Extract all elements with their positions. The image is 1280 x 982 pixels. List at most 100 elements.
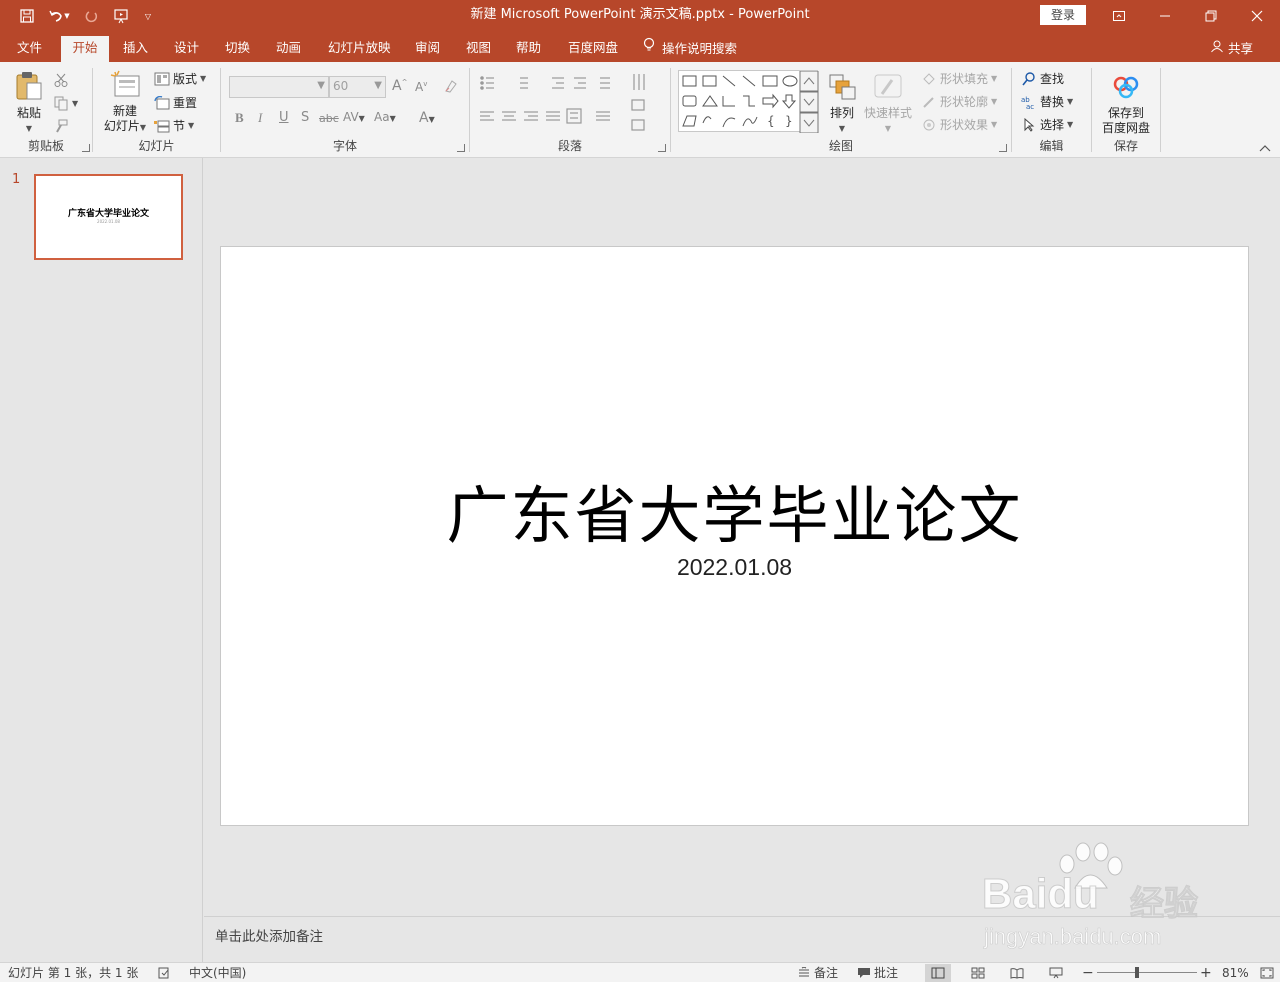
shape-fill-button[interactable]: 形状填充 ▼ [921, 70, 997, 87]
decrease-font-size-icon[interactable]: Av [415, 80, 427, 94]
paste-button[interactable]: 粘贴 ▼ [12, 70, 46, 136]
underline-icon[interactable]: U [279, 110, 289, 125]
section-label: 节 [173, 119, 186, 133]
paste-label: 粘贴 [16, 106, 41, 120]
quick-styles-button[interactable]: 快速样式 ▼ [863, 72, 913, 136]
replace-button[interactable]: ab ac 替换 ▼ [1021, 93, 1073, 110]
font-size-combobox[interactable]: 60 ▼ [329, 76, 386, 98]
font-name-combobox[interactable]: ▼ [229, 76, 329, 98]
replace-icon: abac [1021, 96, 1034, 109]
zoom-out-icon[interactable]: − [1082, 965, 1094, 981]
tab-animations[interactable]: 动画 [268, 36, 309, 62]
customize-qat-icon[interactable]: ▽ [138, 4, 158, 28]
new-slide-label-1: 新建 [112, 104, 137, 118]
copy-icon[interactable]: ▼ [53, 95, 78, 111]
zoom-slider[interactable] [1097, 972, 1197, 973]
save-label-1: 保存到 [1107, 106, 1144, 120]
select-button[interactable]: 选择 ▼ [1021, 116, 1073, 133]
normal-view-icon[interactable] [925, 964, 951, 982]
collapse-ribbon-icon[interactable] [1258, 142, 1272, 154]
save-icon[interactable] [14, 4, 40, 28]
bold-icon[interactable]: B [235, 110, 244, 126]
tab-help[interactable]: 帮助 [508, 36, 549, 62]
language-indicator[interactable]: 中文(中国) [189, 965, 246, 981]
tell-me-label: 操作说明搜索 [662, 41, 738, 56]
shape-outline-label: 形状轮廓 [940, 95, 989, 109]
slide-counter: 幻灯片 第 1 张，共 1 张 [8, 966, 139, 980]
cursor-icon [1024, 117, 1035, 132]
tab-insert[interactable]: 插入 [115, 36, 156, 62]
slideshow-view-icon[interactable] [1043, 964, 1069, 982]
comment-icon [858, 968, 870, 978]
comments-toggle[interactable]: 批注 [857, 965, 898, 981]
notes-toggle[interactable]: 备注 [797, 965, 838, 981]
reading-view-icon[interactable] [1004, 964, 1030, 982]
font-launcher-icon[interactable] [457, 144, 465, 152]
shape-outline-button[interactable]: 形状轮廓 ▼ [921, 93, 997, 110]
character-spacing-icon[interactable]: AV▼ [343, 110, 365, 124]
share-button[interactable]: 共享 [1210, 36, 1253, 62]
increase-font-size-icon[interactable]: A^ [392, 78, 407, 94]
zoom-in-icon[interactable]: + [1200, 965, 1212, 981]
fit-to-window-icon[interactable] [1260, 965, 1274, 981]
login-button[interactable]: 登录 [1040, 5, 1086, 25]
text-shadow-icon[interactable]: S [301, 110, 309, 125]
new-slide-button[interactable]: 新建 幻灯片▼ [101, 70, 149, 135]
redo-icon[interactable] [78, 4, 104, 28]
shape-effects-button[interactable]: 形状效果 ▼ [921, 116, 997, 133]
zoom-slider-thumb[interactable] [1135, 967, 1139, 978]
undo-icon[interactable]: ▼ [44, 4, 74, 28]
format-painter-icon[interactable] [53, 118, 69, 134]
slides-group: 新建 幻灯片▼ 版式 ▼ 重置 节 ▼ 幻灯片 [93, 64, 220, 156]
find-button[interactable]: 查找 [1021, 70, 1064, 87]
save-to-baidu-button[interactable]: 保存到 百度网盘 [1096, 72, 1156, 136]
clipboard-launcher-icon[interactable] [82, 144, 90, 152]
notes-pane[interactable]: 单击此处添加备注 [204, 916, 1280, 962]
new-slide-label-2: 幻灯片 [103, 119, 140, 133]
strikethrough-icon[interactable]: abc [319, 112, 339, 125]
pencil-icon [923, 96, 934, 108]
tab-file[interactable]: 文件 [9, 36, 50, 62]
slide-subtitle[interactable]: 2022.01.08 [221, 554, 1248, 581]
comments-label: 批注 [874, 966, 899, 980]
slide-sorter-view-icon[interactable] [965, 964, 991, 982]
paragraph-launcher-icon[interactable] [658, 144, 666, 152]
ribbon-display-options-icon[interactable] [1096, 0, 1142, 32]
ribbon-tabs: 文件 开始 插入 设计 切换 动画 幻灯片放映 审阅 视图 帮助 百度网盘 操作… [0, 32, 1280, 62]
tab-design[interactable]: 设计 [166, 36, 207, 62]
reset-label: 重置 [173, 96, 198, 110]
restore-icon[interactable] [1188, 0, 1234, 32]
drawing-launcher-icon[interactable] [999, 144, 1007, 152]
shapes-gallery[interactable]: {} [678, 70, 819, 133]
paragraph-tools[interactable] [476, 72, 671, 142]
slide-title[interactable]: 广东省大学毕业论文 [221, 465, 1248, 555]
zoom-level[interactable]: 81% [1222, 965, 1249, 981]
clear-formatting-icon[interactable] [443, 78, 459, 98]
tab-baidu-netdisk[interactable]: 百度网盘 [560, 36, 626, 62]
slide-thumbnail[interactable]: 广东省大学毕业论文 2022.01.08 [34, 174, 183, 260]
tab-slideshow[interactable]: 幻灯片放映 [320, 36, 399, 62]
minimize-icon[interactable] [1142, 0, 1188, 32]
start-slideshow-icon[interactable] [108, 4, 134, 28]
reset-button[interactable]: 重置 [154, 94, 197, 111]
tab-view[interactable]: 视图 [458, 36, 499, 62]
tab-home[interactable]: 开始 [61, 36, 109, 62]
quick-access-toolbar: ▼ ▽ [14, 4, 158, 28]
layout-button[interactable]: 版式 ▼ [154, 70, 206, 87]
reset-icon [154, 95, 170, 109]
slide-canvas[interactable]: 广东省大学毕业论文 2022.01.08 [220, 246, 1249, 826]
paint-bucket-icon [923, 72, 935, 85]
change-case-icon[interactable]: Aa▼ [374, 110, 396, 124]
font-size-value: 60 [333, 79, 349, 93]
spelling-icon[interactable] [157, 965, 171, 981]
arrange-button[interactable]: 排列 ▼ [824, 72, 860, 136]
font-color-icon[interactable]: A▼ [419, 110, 435, 126]
close-icon[interactable] [1234, 0, 1280, 32]
quick-styles-label: 快速样式 [863, 106, 912, 120]
tab-review[interactable]: 审阅 [407, 36, 448, 62]
italic-icon[interactable]: I [258, 110, 262, 126]
section-button[interactable]: 节 ▼ [154, 117, 194, 134]
tell-me-search[interactable]: 操作说明搜索 [642, 36, 737, 62]
tab-transitions[interactable]: 切换 [217, 36, 258, 62]
cut-icon[interactable] [53, 72, 69, 88]
